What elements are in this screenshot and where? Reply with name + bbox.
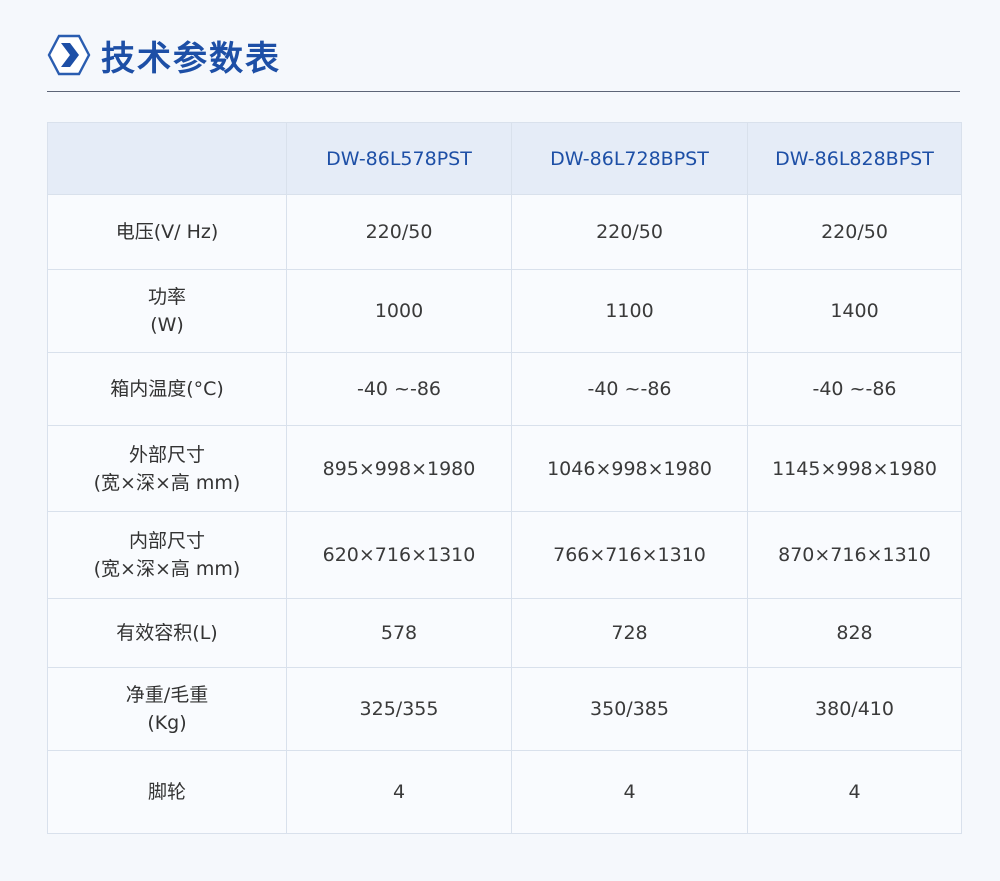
value-cell: 4 xyxy=(747,750,962,834)
row-label-line: 脚轮 xyxy=(147,781,186,803)
row-label-line: 净重/毛重 xyxy=(125,684,209,706)
value-cell: -40 ~-86 xyxy=(286,352,512,426)
value-cell: 220/50 xyxy=(286,194,512,270)
header-divider xyxy=(47,91,960,92)
row-label-line: 电压(V/ Hz) xyxy=(115,221,219,243)
row-label: 有效容积(L) xyxy=(47,598,287,668)
value-cell: -40 ~-86 xyxy=(747,352,962,426)
table-row: 箱内温度(°C) -40 ~-86 -40 ~-86 -40 ~-86 xyxy=(47,352,962,426)
value-cell: 828 xyxy=(747,598,962,668)
row-label-line: (宽×深×高 mm) xyxy=(93,558,241,580)
spec-table: DW-86L578PST DW-86L728BPST DW-86L828BPST… xyxy=(47,122,962,834)
row-label: 净重/毛重 (Kg) xyxy=(47,667,287,751)
row-label-line: 外部尺寸 xyxy=(128,443,205,466)
value-cell: 4 xyxy=(286,750,512,834)
row-label-line: 功率 xyxy=(147,286,186,308)
header-cell-empty xyxy=(47,122,287,195)
spec-table-body: 电压(V/ Hz) 220/50 220/50 220/50 功率 (W) 1000 1100… xyxy=(47,194,962,834)
row-label-line: (宽×深×高 mm) xyxy=(93,471,241,494)
value-cell: 1145×998×1980 xyxy=(747,425,962,512)
row-label-line: 箱内温度(°C) xyxy=(110,378,224,400)
row-label-line: (Kg) xyxy=(147,712,187,734)
row-label-line: 内部尺寸 xyxy=(128,530,205,552)
value-cell: 1100 xyxy=(511,269,748,353)
row-label: 内部尺寸 (宽×深×高 mm) xyxy=(47,511,287,599)
value-cell: 1046×998×1980 xyxy=(511,425,748,512)
row-label-line: (W) xyxy=(150,314,184,336)
table-row: 有效容积(L) 578 728 828 xyxy=(47,598,962,668)
value-cell: 578 xyxy=(286,598,512,668)
page-title: 技术参数表 xyxy=(101,38,281,79)
section-header: 技术参数表 xyxy=(47,30,281,80)
table-row: 内部尺寸 (宽×深×高 mm) 620×716×1310 766×716×1310 87… xyxy=(47,511,962,599)
value-cell: 766×716×1310 xyxy=(511,511,748,599)
table-row: 净重/毛重 (Kg) 325/355 350/385 380/410 xyxy=(47,667,962,751)
value-cell: 380/410 xyxy=(747,667,962,751)
row-label: 电压(V/ Hz) xyxy=(47,194,287,270)
value-cell: 220/50 xyxy=(511,194,748,270)
value-cell: 728 xyxy=(511,598,748,668)
value-cell: -40 ~-86 xyxy=(511,352,748,426)
model-header: DW-86L828BPST xyxy=(747,122,962,195)
model-header: DW-86L578PST xyxy=(286,122,512,195)
value-cell: 620×716×1310 xyxy=(286,511,512,599)
value-cell: 325/355 xyxy=(286,667,512,751)
table-row: 脚轮 4 4 4 xyxy=(47,750,962,834)
value-cell: 220/50 xyxy=(747,194,962,270)
table-row: 电压(V/ Hz) 220/50 220/50 220/50 xyxy=(47,194,962,270)
value-cell: 1000 xyxy=(286,269,512,353)
model-header: DW-86L728BPST xyxy=(511,122,748,195)
row-label: 箱内温度(°C) xyxy=(47,352,287,426)
row-label: 脚轮 xyxy=(47,750,287,834)
spec-table-header: DW-86L578PST DW-86L728BPST DW-86L828BPST xyxy=(47,122,962,195)
table-row: 功率 (W) 1000 1100 1400 xyxy=(47,269,962,353)
value-cell: 895×998×1980 xyxy=(286,425,512,512)
table-row: 外部尺寸 (宽×深×高 mm) 895×998×1980 1046×998×1980 1… xyxy=(47,425,962,512)
header-row: DW-86L578PST DW-86L728BPST DW-86L828BPST xyxy=(47,122,962,195)
row-label: 外部尺寸 (宽×深×高 mm) xyxy=(47,425,287,512)
hexagon-chevron-right-icon xyxy=(47,34,91,76)
value-cell: 4 xyxy=(511,750,748,834)
row-label-line: 有效容积(L) xyxy=(116,622,218,644)
value-cell: 1400 xyxy=(747,269,962,353)
value-cell: 350/385 xyxy=(511,667,748,751)
value-cell: 870×716×1310 xyxy=(747,511,962,599)
row-label: 功率 (W) xyxy=(47,269,287,353)
